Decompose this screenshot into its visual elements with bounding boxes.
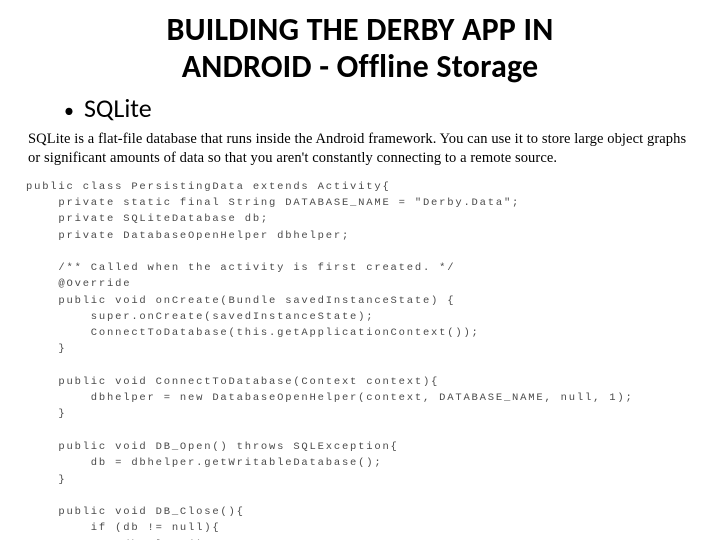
code-block: public class PersistingData extends Acti… xyxy=(26,179,692,540)
bullet-dot-icon: • xyxy=(64,101,74,121)
description-paragraph: SQLite is a flat-file database that runs… xyxy=(28,130,692,169)
title-line-1: BUILDING THE DERBY APP IN xyxy=(167,10,554,49)
bullet-text: SQLite xyxy=(84,92,152,124)
slide-title: BUILDING THE DERBY APP IN ANDROID - Offl… xyxy=(28,12,692,86)
slide: BUILDING THE DERBY APP IN ANDROID - Offl… xyxy=(0,0,720,540)
title-line-2: ANDROID - Offline Storage xyxy=(182,47,539,86)
bullet-item: • SQLite xyxy=(64,92,692,124)
